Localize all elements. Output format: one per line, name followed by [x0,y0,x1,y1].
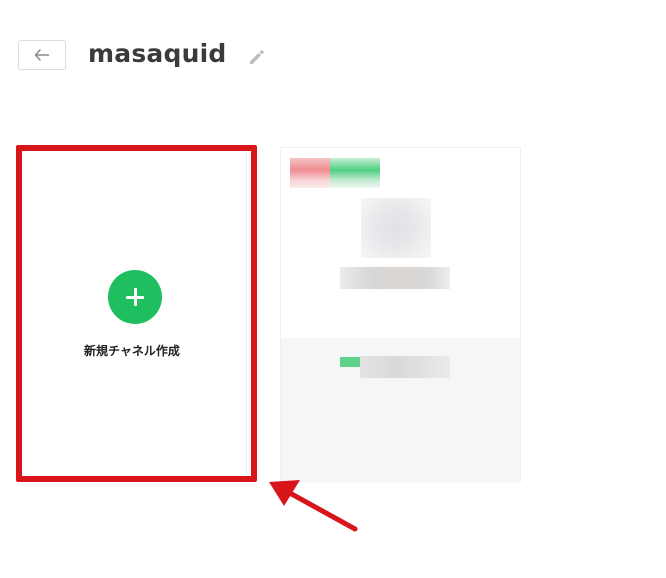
pencil-icon[interactable] [247,47,267,67]
create-channel-card-body: 新規チャネル作成 [22,151,247,476]
status-text [360,356,450,378]
channel-card[interactable] [281,148,520,481]
create-channel-label: 新規チャネル作成 [84,344,180,358]
arrow-left-icon [34,49,50,61]
back-button[interactable] [18,40,66,70]
channel-name [340,267,450,289]
page-title: masaquid [88,39,227,68]
create-channel-card[interactable]: 新規チャネル作成 [16,145,257,482]
status-indicator [340,357,360,367]
redacted-badge-red [290,158,330,188]
red-arrow-annotation [269,480,358,532]
avatar [361,198,431,258]
plus-icon [108,270,162,324]
channel-card-footer [281,338,520,481]
redacted-badge-green [330,158,380,188]
